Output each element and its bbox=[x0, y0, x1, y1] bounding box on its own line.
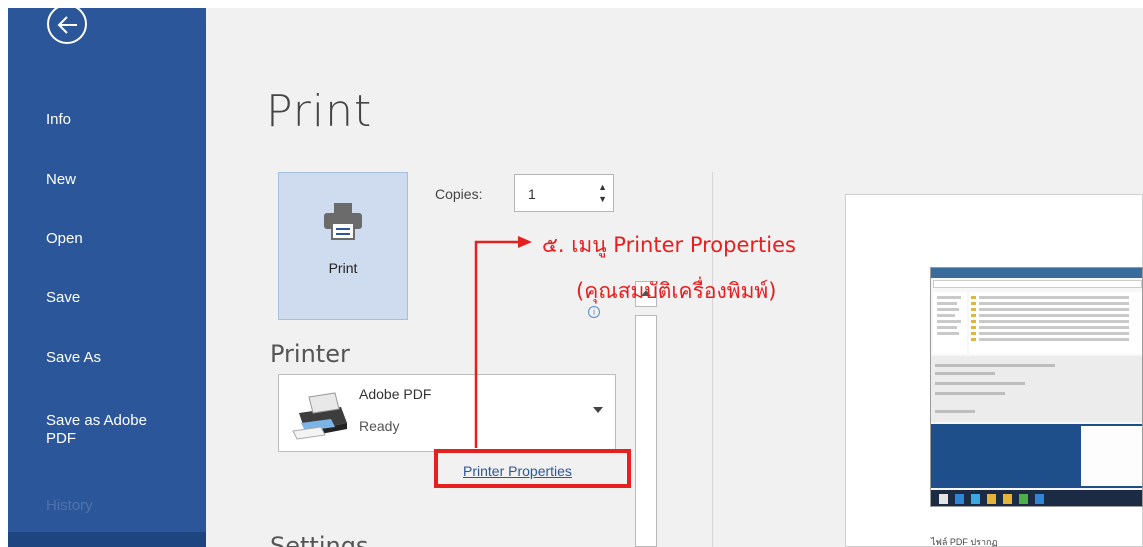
annotation-step-description: (คุณสมบัติเครื่องพิมพ์) bbox=[576, 279, 777, 303]
backstage-view: Info New Open Save Save As Save as Adobe… bbox=[8, 8, 1143, 547]
annotation-step-label: ๕. เมนู Printer Properties bbox=[542, 233, 796, 257]
